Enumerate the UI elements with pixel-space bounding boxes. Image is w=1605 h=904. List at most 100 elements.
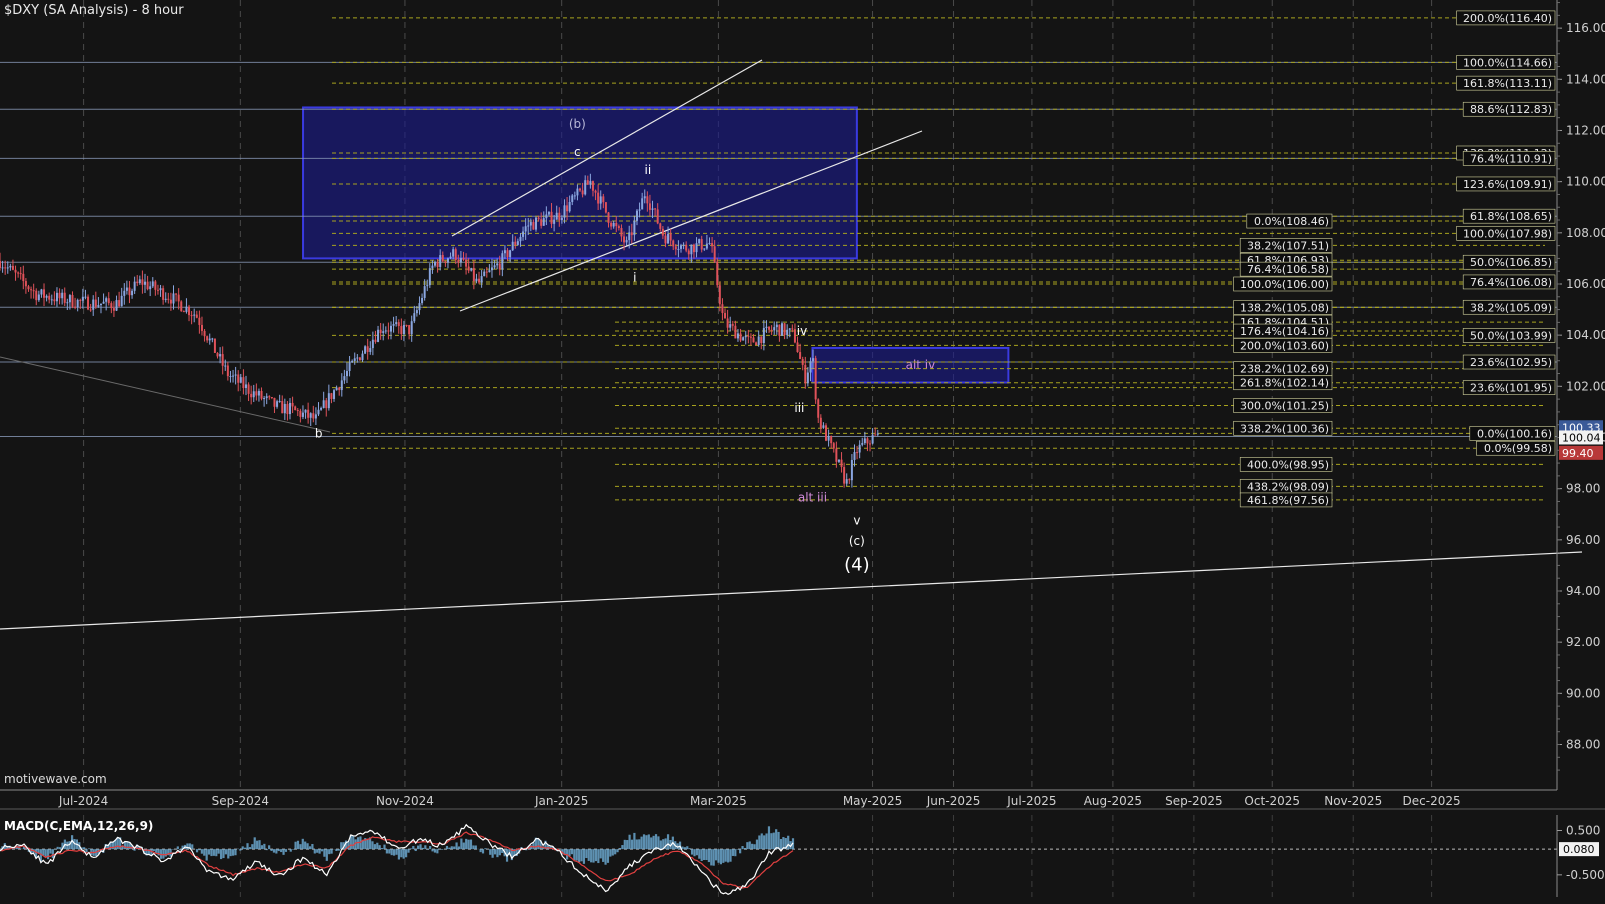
- candle-body: [449, 256, 452, 259]
- candle-body: [128, 287, 131, 296]
- candle-body: [630, 232, 633, 236]
- candle-body: [799, 352, 802, 359]
- candle-body: [692, 244, 695, 253]
- candle-body: [511, 241, 514, 251]
- wave-label: iv: [797, 324, 807, 338]
- candle-body: [237, 374, 240, 383]
- candle-body: [441, 255, 444, 262]
- candle-body: [519, 236, 522, 242]
- candle-body: [84, 296, 87, 298]
- fib-label: 261.8%(102.14): [1240, 377, 1329, 390]
- fib-label: 176.4%(104.16): [1240, 325, 1329, 338]
- candle-body: [206, 336, 209, 341]
- candle-body: [133, 281, 136, 291]
- candle-body: [711, 243, 714, 247]
- x-tick-label: Jan-2025: [534, 794, 588, 808]
- candle-body: [762, 327, 765, 344]
- candle-body: [273, 397, 276, 407]
- x-tick-label: Aug-2025: [1084, 794, 1142, 808]
- y-tick-label: 108.00: [1566, 226, 1605, 240]
- candle-body: [876, 433, 879, 435]
- fib-label: 0.0%(100.16): [1477, 427, 1552, 440]
- candle-body: [107, 298, 110, 304]
- y-tick-label: 90.00: [1566, 686, 1600, 700]
- candle-body: [501, 253, 504, 270]
- fib-label: 50.0%(106.85): [1470, 256, 1552, 269]
- fib-label: 50.0%(103.99): [1470, 329, 1552, 342]
- candle-body: [566, 205, 569, 212]
- candle-body: [110, 303, 113, 309]
- x-tick-label: Nov-2024: [376, 794, 434, 808]
- candle-body: [529, 222, 532, 226]
- candle-body: [421, 297, 424, 304]
- candle-body: [646, 196, 649, 204]
- candle-body: [335, 387, 338, 391]
- candle-body: [338, 387, 341, 391]
- candle-body: [131, 290, 134, 296]
- candle-body: [9, 265, 12, 268]
- wave-label: alt iii: [798, 490, 827, 504]
- candle-body: [871, 434, 874, 444]
- fib-label: 76.4%(110.91): [1470, 152, 1552, 165]
- candle-body: [395, 322, 398, 325]
- long-support-line: [0, 551, 1583, 630]
- candle-body: [164, 298, 167, 300]
- candle-body: [426, 285, 429, 287]
- candle-body: [369, 348, 372, 352]
- candle-body: [729, 324, 732, 328]
- candle-body: [677, 248, 680, 250]
- candle-body: [343, 376, 346, 381]
- x-tick-label: Nov-2025: [1324, 794, 1382, 808]
- candle-body: [172, 293, 175, 304]
- candle-body: [731, 324, 734, 326]
- candle-body: [524, 226, 527, 232]
- candle-body: [247, 384, 250, 394]
- candle-body: [806, 372, 809, 384]
- candle-body: [276, 401, 279, 407]
- candle-body: [431, 265, 434, 269]
- candle-body: [690, 244, 693, 255]
- candle-body: [685, 244, 688, 251]
- candle-body: [780, 323, 783, 336]
- x-tick-label: Sep-2024: [212, 794, 270, 808]
- candle-body: [53, 299, 56, 302]
- candle-body: [120, 295, 123, 307]
- candle-body: [478, 278, 481, 283]
- candle-body: [234, 374, 237, 376]
- candle-body: [374, 339, 377, 342]
- candle-body: [485, 271, 488, 273]
- y-tick-label: 116.00: [1566, 21, 1605, 35]
- candle-body: [457, 260, 460, 263]
- candle-body: [260, 390, 263, 399]
- candle-body: [514, 241, 517, 245]
- candle-body: [654, 208, 657, 210]
- candle-body: [571, 195, 574, 202]
- candle-body: [635, 210, 638, 221]
- candle-body: [812, 358, 815, 362]
- candle-body: [239, 377, 242, 383]
- candle-body: [43, 289, 46, 298]
- candle-body: [87, 296, 90, 310]
- candle-body: [773, 327, 776, 331]
- candle-body: [793, 329, 796, 343]
- candle-body: [610, 222, 613, 227]
- candle-body: [102, 301, 105, 304]
- candle-body: [219, 354, 222, 357]
- candle-body: [299, 410, 302, 417]
- candle-body: [244, 384, 247, 389]
- candle-body: [586, 180, 589, 185]
- candle-body: [364, 346, 367, 354]
- x-tick-label: Jul-2024: [58, 794, 108, 808]
- candle-body: [705, 243, 708, 249]
- candle-body: [462, 257, 465, 260]
- candle-body: [162, 288, 165, 300]
- candle-body: [454, 249, 457, 261]
- fib-label: 61.8%(108.65): [1470, 210, 1552, 223]
- candle-body: [68, 295, 71, 303]
- candle-body: [615, 222, 618, 227]
- fib-label: 161.8%(113.11): [1463, 77, 1552, 90]
- candle-body: [496, 263, 499, 266]
- candle-body: [1, 267, 4, 269]
- fib-label: 38.2%(107.51): [1247, 239, 1329, 252]
- fib-label: 123.6%(109.91): [1463, 178, 1552, 191]
